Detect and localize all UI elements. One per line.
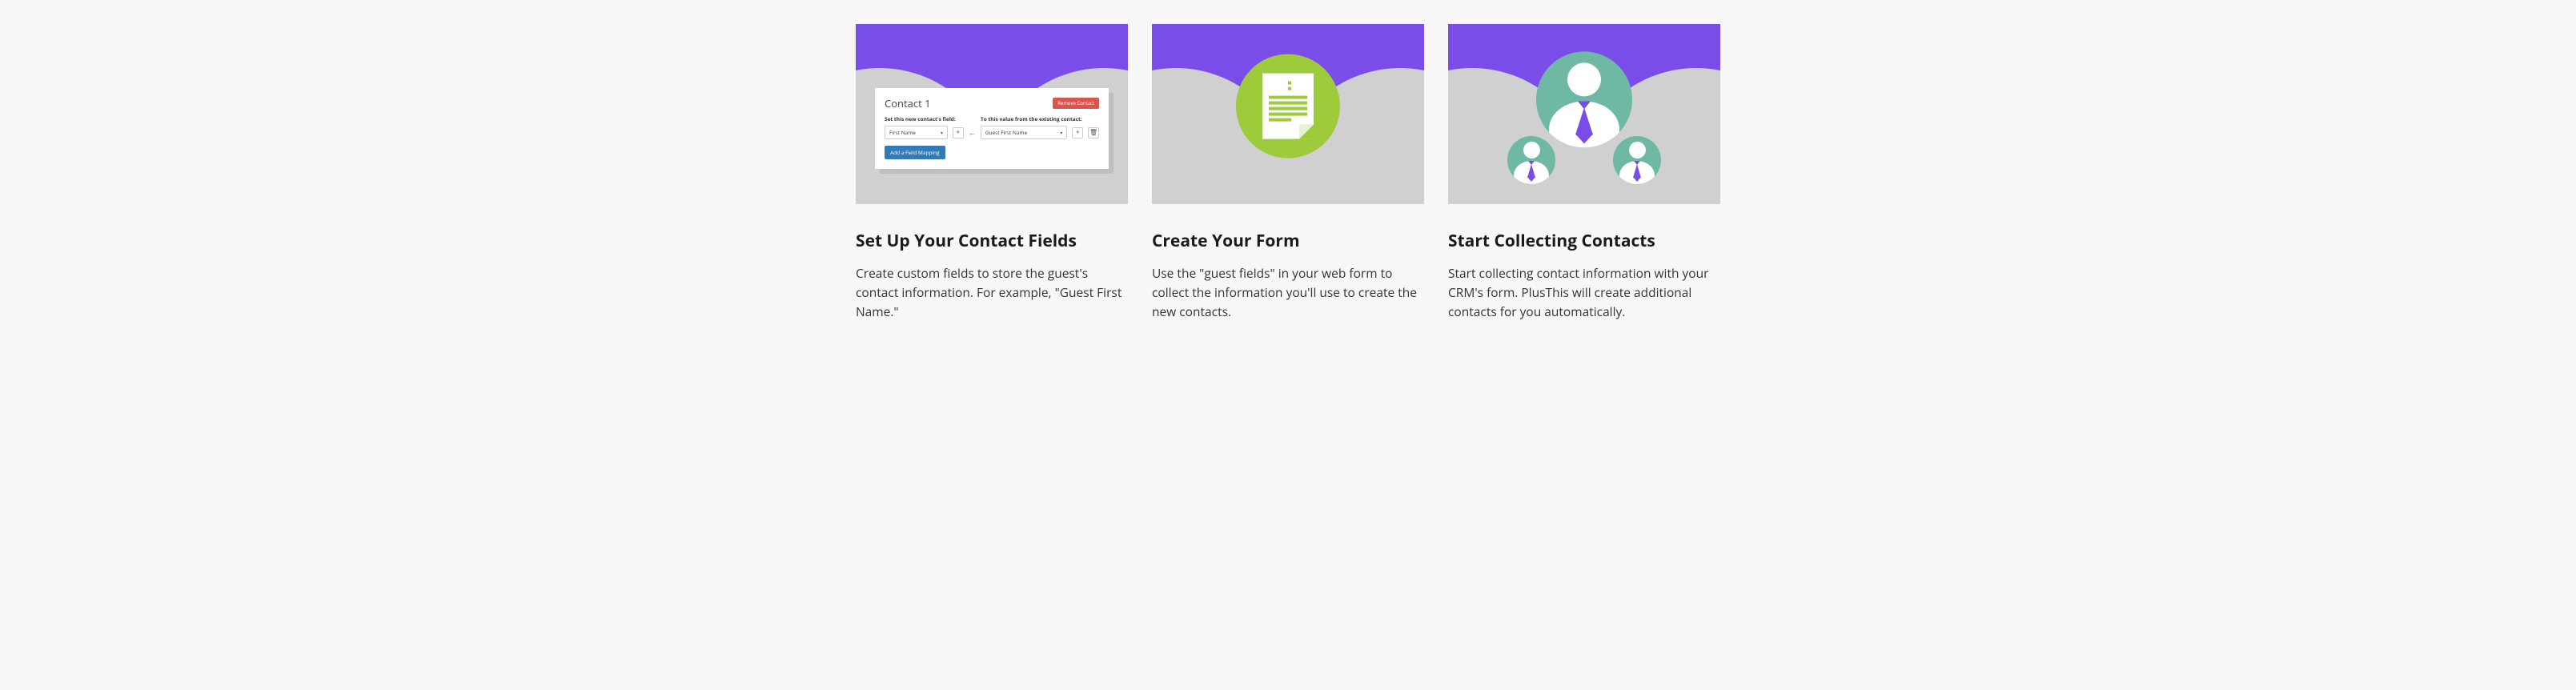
feature-card-title: Create Your Form: [1152, 230, 1424, 252]
contact-mapping-mock: Contact 1 Remove Contact Set this new co…: [875, 88, 1109, 169]
chevron-down-icon: ▾: [941, 130, 943, 136]
mock-select-right: Guest First Name▾: [981, 126, 1068, 139]
mock-label-left: Set this new contact's field:: [885, 115, 973, 122]
chevron-down-icon: ▾: [1060, 130, 1062, 136]
feature-card-image: [1152, 24, 1424, 204]
feature-card-title: Start Collecting Contacts: [1448, 230, 1720, 252]
feature-card-body: Start collecting contact information wit…: [1448, 263, 1720, 321]
mock-contact-heading: Contact 1: [885, 96, 931, 110]
plus-icon: +: [1072, 127, 1083, 138]
remove-contact-button: Remove Contact: [1053, 98, 1099, 109]
feature-card-collect-contacts: Start Collecting Contacts Start collecti…: [1448, 24, 1720, 321]
mock-label-right: To this value from the existing contact:: [981, 115, 1082, 122]
feature-card-image: Contact 1 Remove Contact Set this new co…: [856, 24, 1128, 204]
feature-card-body: Create custom fields to store the guest'…: [856, 263, 1128, 321]
feature-card-title: Set Up Your Contact Fields: [856, 230, 1128, 252]
feature-card-body: Use the "guest fields" in your web form …: [1152, 263, 1424, 321]
add-field-mapping-button: Add a Field Mapping: [885, 146, 945, 159]
contacts-icon: [1448, 24, 1720, 204]
feature-card-setup-fields: Contact 1 Remove Contact Set this new co…: [856, 24, 1128, 321]
plus-icon: +: [953, 127, 964, 138]
document-icon: [1236, 54, 1340, 158]
mock-select-left: First Name▾: [885, 126, 948, 139]
arrow-left-icon: ←: [969, 127, 976, 138]
feature-card-image: [1448, 24, 1720, 204]
feature-cards-row: Contact 1 Remove Contact Set this new co…: [840, 24, 1736, 321]
trash-icon: 🗑: [1088, 127, 1099, 138]
feature-card-create-form: Create Your Form Use the "guest fields" …: [1152, 24, 1424, 321]
